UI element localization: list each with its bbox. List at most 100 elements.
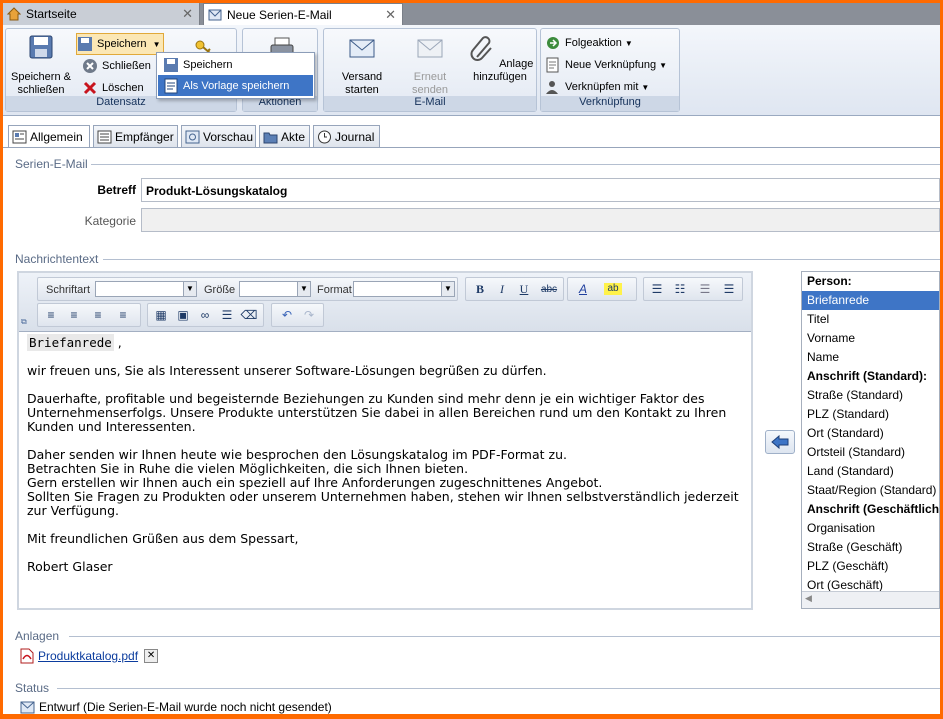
tab-allgemein[interactable]: Allgemein (8, 125, 90, 148)
save-icon (164, 57, 178, 72)
section-title-status: Status (15, 681, 50, 695)
field-list-item[interactable]: Straße (Standard) (802, 386, 939, 405)
eraser-icon[interactable]: ⌫ (240, 307, 258, 324)
table-icon[interactable]: ▦ (152, 307, 170, 324)
tab-vorschau[interactable]: Vorschau (181, 125, 256, 147)
field-list-item[interactable]: Name (802, 348, 939, 367)
field-list-item[interactable]: PLZ (Geschäft) (802, 557, 939, 576)
clock-icon (318, 130, 331, 143)
field-list-item[interactable]: Ortsteil (Standard) (802, 443, 939, 462)
underline-icon[interactable]: U (515, 281, 533, 298)
window-frame: Startseite ✕ Neue Serien-E-Mail ✕ Speich… (3, 3, 940, 714)
close-icon[interactable]: ✕ (385, 7, 396, 23)
ribbon-group-verknuepfung: Folgeaktion ▼ Neue Verknüpfung ▼ Verknüp… (540, 28, 680, 112)
horizontal-rule-icon[interactable]: ☰ (218, 307, 236, 324)
close-button[interactable]: Schließen (82, 56, 151, 76)
field-list-item[interactable]: Briefanrede (802, 291, 939, 310)
new-link-icon (546, 57, 559, 73)
message-paragraph: wir freuen uns, Sie als Interessent unse… (27, 363, 547, 378)
align-center-icon[interactable]: ≡ (65, 307, 83, 324)
tab-empfaenger[interactable]: Empfänger (93, 125, 178, 147)
close-icon[interactable]: ✕ (182, 6, 193, 22)
tab-akte[interactable]: Akte (259, 125, 310, 147)
merge-field-list[interactable]: Person: Briefanrede Titel Vorname Name Anschr… (801, 271, 940, 609)
home-icon (7, 7, 21, 21)
chevron-down-icon: ▼ (641, 82, 650, 92)
add-attachment-button[interactable]: Anlage hinzufügen (465, 33, 535, 84)
font-toolbar: Schriftart ▼ Größe ▼ Format ▼ (37, 277, 458, 301)
undo-icon[interactable]: ↶ (278, 307, 296, 324)
outdent-icon[interactable]: ☰ (696, 281, 714, 298)
remove-attachment-icon[interactable]: ✕ (144, 649, 159, 663)
folder-icon (263, 132, 278, 143)
align-right-icon[interactable]: ≡ (89, 307, 107, 324)
menu-item-save-as-template[interactable]: Als Vorlage speichern (158, 75, 313, 96)
field-list-item[interactable]: PLZ (Standard) (802, 405, 939, 424)
highlight-icon[interactable]: ab (604, 283, 622, 295)
save-close-button[interactable]: Speichern & schließen (10, 33, 72, 97)
align-justify-icon[interactable]: ≡ (114, 307, 132, 324)
expand-icon[interactable]: ⧉ (21, 317, 27, 327)
save-button[interactable]: Speichern ▼ (76, 33, 164, 55)
field-list-item[interactable]: Organisation (802, 519, 939, 538)
followup-button[interactable]: Folgeaktion ▼ (545, 33, 633, 53)
section-divider (57, 688, 940, 689)
color-toolbar: A ab (567, 277, 637, 301)
category-field[interactable] (141, 208, 940, 232)
send-start-button[interactable]: Versand starten (329, 33, 395, 97)
section-title-serien-email: Serien-E-Mail (15, 157, 88, 171)
save-icon (29, 35, 53, 59)
field-list-item[interactable]: Vorname (802, 329, 939, 348)
placeholder-briefanrede: Briefanrede (27, 334, 114, 351)
bullet-list-icon[interactable]: ☷ (671, 281, 689, 298)
field-list-item[interactable]: Land (Standard) (802, 462, 939, 481)
style-toolbar: B I U abc (465, 277, 564, 301)
bold-icon[interactable]: B (471, 281, 489, 298)
group-title: E-Mail (324, 96, 536, 111)
italic-icon[interactable]: I (493, 281, 511, 298)
font-color-icon[interactable]: A (574, 281, 592, 298)
link-icon[interactable]: ∞ (196, 307, 214, 324)
field-list-item[interactable]: Titel (802, 310, 939, 329)
resend-button[interactable]: Erneut senden (399, 33, 461, 97)
message-body[interactable]: Briefanrede , wir freuen uns, Sie als In… (19, 332, 751, 608)
field-list-header: Person: (807, 274, 852, 288)
doc-tab-startseite[interactable]: Startseite ✕ (3, 3, 200, 25)
image-icon[interactable]: ▣ (174, 307, 192, 324)
subject-field[interactable]: Produkt-Lösungskatalog (141, 178, 940, 202)
format-select[interactable]: ▼ (353, 281, 455, 297)
new-link-button[interactable]: Neue Verknüpfung ▼ (545, 55, 667, 75)
chevron-down-icon: ▼ (624, 38, 633, 48)
horizontal-scrollbar[interactable]: ◀ (802, 591, 939, 608)
indent-icon[interactable]: ☰ (720, 281, 738, 298)
numbered-list-icon[interactable]: ☰ (648, 281, 666, 298)
close-circle-icon (83, 59, 97, 73)
menu-item-save[interactable]: Speichern (158, 54, 313, 75)
align-left-icon[interactable]: ≡ (42, 307, 60, 324)
followup-icon (547, 37, 559, 49)
field-list-header: Anschrift (Standard): (807, 369, 927, 383)
size-select[interactable]: ▼ (239, 281, 311, 297)
email-status-icon (20, 701, 35, 713)
tab-journal[interactable]: Journal (313, 125, 380, 147)
redo-icon[interactable]: ↷ (300, 307, 318, 324)
document-tab-bar: Startseite ✕ Neue Serien-E-Mail ✕ (3, 3, 940, 25)
chevron-down-icon: ▼ (441, 282, 454, 296)
field-list-item[interactable]: Ort (Standard) (802, 424, 939, 443)
chevron-down-icon[interactable]: ▼ (153, 40, 161, 49)
link-with-button[interactable]: Verknüpfen mit ▼ (545, 77, 649, 97)
font-select[interactable]: ▼ (95, 281, 197, 297)
scroll-left-icon[interactable]: ◀ (805, 593, 812, 604)
field-list-item[interactable]: Straße (Geschäft) (802, 538, 939, 557)
attachment-link[interactable]: Produktkatalog.pdf (38, 649, 138, 663)
message-paragraph: Dauerhafte, profitable und begeisternde … (27, 391, 727, 434)
insert-field-button[interactable] (765, 430, 795, 454)
delete-button[interactable]: Löschen (82, 78, 144, 98)
strikethrough-icon[interactable]: abc (537, 281, 561, 298)
list-toolbar: ☰ ☷ ☰ ☰ (643, 277, 743, 301)
field-list-item[interactable]: Staat/Region (Standard) (802, 481, 939, 500)
recipients-icon (97, 130, 112, 143)
message-paragraph: Daher senden wir Ihnen heute wie besproc… (27, 447, 739, 518)
form-icon (12, 130, 27, 144)
doc-tab-serien-email[interactable]: Neue Serien-E-Mail ✕ (203, 3, 403, 25)
